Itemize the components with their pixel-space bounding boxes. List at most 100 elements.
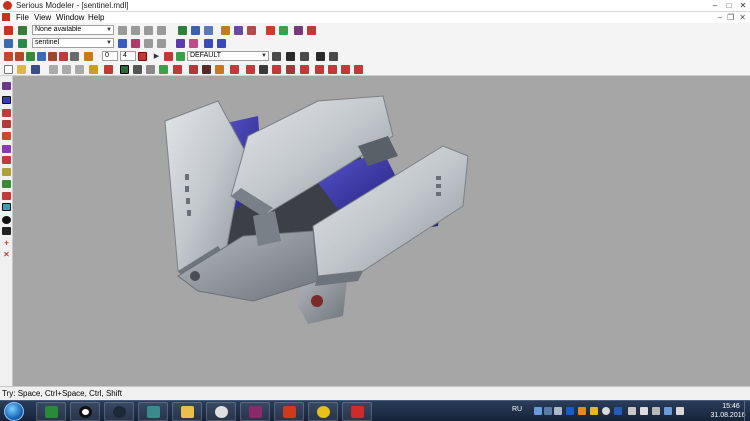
anim-next-icon[interactable]: [131, 26, 140, 35]
doc-minimize-icon[interactable]: –: [718, 13, 722, 22]
anim-loop-icon[interactable]: [144, 26, 153, 35]
clock-time[interactable]: 15:46: [716, 403, 746, 410]
prev-key-icon[interactable]: [286, 52, 295, 61]
doc-close-icon[interactable]: ✕: [739, 13, 746, 22]
paste-frame-icon[interactable]: [37, 52, 46, 61]
view-fit-icon[interactable]: [328, 65, 337, 74]
tool-cross-icon[interactable]: +: [2, 239, 11, 248]
menu-file[interactable]: File: [16, 13, 29, 22]
cut-icon[interactable]: [49, 65, 58, 74]
record-icon[interactable]: [138, 52, 147, 61]
settings-icon[interactable]: [104, 65, 113, 74]
tool-star-icon[interactable]: [2, 227, 11, 235]
view-zoom-icon[interactable]: [315, 65, 324, 74]
close-icon[interactable]: ✕: [738, 1, 748, 10]
tool-pencil-icon[interactable]: [2, 109, 11, 117]
redo-icon[interactable]: [15, 52, 24, 61]
tray-clock-icon[interactable]: [602, 407, 610, 415]
help-icon[interactable]: [89, 65, 98, 74]
view-axis-icon[interactable]: [215, 65, 224, 74]
tray-app-icon[interactable]: [578, 407, 586, 415]
view-floor-icon[interactable]: [259, 65, 268, 74]
frame-edit-icon[interactable]: [84, 52, 93, 61]
tray-power-icon[interactable]: [676, 407, 684, 415]
next-key-icon[interactable]: [300, 52, 309, 61]
tray-shield-icon[interactable]: [554, 407, 562, 415]
view-rotate-icon[interactable]: [286, 65, 295, 74]
collision-icon[interactable]: [279, 26, 288, 35]
document-icon[interactable]: [2, 13, 10, 21]
tool-box-icon[interactable]: [2, 96, 11, 104]
model-viewport[interactable]: [13, 76, 750, 386]
light-color-icon[interactable]: [164, 52, 173, 61]
frame-step-field[interactable]: 4: [120, 51, 136, 61]
taskbar-app-paint[interactable]: [206, 402, 236, 421]
tool-uv-icon[interactable]: [2, 203, 11, 211]
taskbar-app-steam[interactable]: [104, 402, 134, 421]
view-shadow-icon[interactable]: [202, 65, 211, 74]
skin-icon[interactable]: [18, 39, 27, 48]
tool-swatch-icon[interactable]: [2, 192, 11, 200]
view-wire-icon[interactable]: [133, 65, 142, 74]
first-frame-icon[interactable]: [272, 52, 281, 61]
tool-fill-icon[interactable]: [2, 132, 11, 140]
copy-icon[interactable]: [62, 65, 71, 74]
tray-folder-icon[interactable]: [590, 407, 598, 415]
taskbar-app-opera[interactable]: [70, 402, 100, 421]
copy-frame-icon[interactable]: [26, 52, 35, 61]
view-light-icon[interactable]: [159, 65, 168, 74]
new-file-icon[interactable]: [4, 65, 13, 74]
taskbar-app-game[interactable]: [274, 402, 304, 421]
menu-window[interactable]: Window: [56, 13, 84, 22]
taskbar-app-camera[interactable]: [342, 402, 372, 421]
view-mode-icon[interactable]: [189, 65, 198, 74]
view-center-icon[interactable]: [272, 65, 281, 74]
remove-model-icon[interactable]: [131, 39, 140, 48]
tray-steam-icon[interactable]: [544, 407, 552, 415]
tray-flag-icon[interactable]: [628, 407, 636, 415]
tool-palette-icon[interactable]: [2, 156, 11, 164]
view-reset-icon[interactable]: [341, 65, 350, 74]
tool-dot-icon[interactable]: [2, 216, 11, 224]
model-icon[interactable]: [4, 39, 13, 48]
menu-help[interactable]: Help: [88, 13, 104, 22]
play-forward-icon[interactable]: ▶: [152, 52, 161, 61]
menu-view[interactable]: View: [34, 13, 51, 22]
patch-icon[interactable]: [176, 39, 185, 48]
clock-date[interactable]: 31.08.2016: [708, 412, 748, 419]
paste-icon[interactable]: [75, 65, 84, 74]
taskbar-app-media[interactable]: [36, 402, 66, 421]
tray-display-icon[interactable]: [640, 407, 648, 415]
wire-icon[interactable]: [247, 26, 256, 35]
tray-network-icon[interactable]: [534, 407, 542, 415]
tool-select-icon[interactable]: [2, 82, 11, 90]
open-file-icon[interactable]: [17, 65, 26, 74]
light-icon[interactable]: [178, 26, 187, 35]
view-anim-icon[interactable]: [354, 65, 363, 74]
show-desktop-button[interactable]: [744, 401, 750, 421]
taskbar-app-modeler[interactable]: [138, 402, 168, 421]
taskbar-app-explorer[interactable]: [172, 402, 202, 421]
anim-prev-icon[interactable]: [118, 26, 127, 35]
play-icon[interactable]: [18, 26, 27, 35]
app-icon[interactable]: [3, 1, 12, 10]
view-bbox-icon[interactable]: [230, 65, 239, 74]
prev-frame-icon[interactable]: [316, 52, 325, 61]
add-model-icon[interactable]: [118, 39, 127, 48]
tool-pick-icon[interactable]: [2, 145, 11, 153]
undo-icon[interactable]: [4, 52, 13, 61]
uv-icon[interactable]: [204, 39, 213, 48]
timeline-icon[interactable]: [70, 52, 79, 61]
maximize-icon[interactable]: □: [724, 1, 734, 10]
start-button[interactable]: [4, 402, 24, 421]
anim-icon[interactable]: [4, 26, 13, 35]
tool-mix-icon[interactable]: [2, 168, 11, 176]
texture-icon[interactable]: [221, 26, 230, 35]
taskbar-app-archiver[interactable]: [240, 402, 270, 421]
next-frame-icon[interactable]: [329, 52, 338, 61]
tray-bluetooth-icon[interactable]: [614, 407, 622, 415]
view-texture-icon[interactable]: [120, 65, 129, 74]
animation-select[interactable]: None available ▼: [32, 25, 114, 35]
tool-grad-icon[interactable]: [2, 180, 11, 188]
model-down-icon[interactable]: [157, 39, 166, 48]
